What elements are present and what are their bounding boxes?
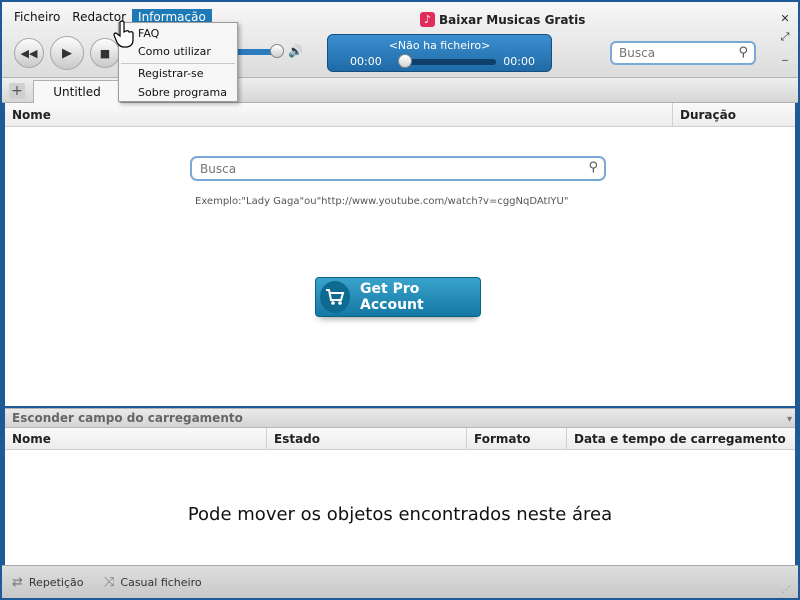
total-time: 00:00 [503, 55, 535, 68]
shuffle-toggle[interactable]: ⤨ Casual ficheiro [104, 575, 202, 590]
now-playing-text: <Não ha ficheiro> [388, 39, 491, 52]
transport-controls: ◀◀ ▶ ■ [14, 36, 120, 70]
player-display: <Não ha ficheiro> 00:00 00:00 [327, 34, 552, 72]
drop-zone-message: Pode mover os objetos encontrados neste … [187, 504, 613, 525]
seek-knob[interactable] [398, 54, 412, 68]
downloads-toggle-label: Esconder campo do carregamento [12, 411, 243, 425]
search-icon[interactable]: ⚲ [588, 160, 598, 175]
hand-cursor-icon [113, 20, 134, 48]
search-results-pane: Nome Duração ⚲ Exemplo:"Lady Gaga"ou"htt… [5, 103, 795, 406]
cart-icon [320, 281, 351, 313]
window-controls: ✕ ⤢ _ [778, 12, 792, 62]
play-button[interactable]: ▶ [50, 36, 84, 70]
resize-grip-icon[interactable]: ⋰ [782, 585, 790, 594]
repeat-icon: ⇄ [12, 575, 23, 590]
search-icon[interactable]: ⚲ [738, 45, 748, 60]
menu-divider [121, 63, 235, 64]
menu-ficheiro[interactable]: Ficheiro [8, 9, 66, 27]
volume-knob[interactable] [270, 44, 284, 58]
column-header-duracao[interactable]: Duração [673, 103, 795, 127]
menu-item-registrar-se[interactable]: Registrar-se [138, 67, 204, 80]
rewind-icon: ◀◀ [20, 46, 38, 60]
column-header-formato[interactable]: Formato [467, 428, 567, 450]
downloads-toggle-bar[interactable]: Esconder campo do carregamento ▾ [5, 408, 795, 428]
column-header-data-tempo[interactable]: Data e tempo de carregamento [567, 428, 795, 450]
app-window: Ficheiro Redactor Informação ♪ Baixar Mu… [0, 0, 800, 600]
repeat-toggle[interactable]: ⇄ Repetição [12, 575, 83, 590]
top-search-input[interactable] [619, 44, 729, 62]
speaker-icon[interactable]: 🔊 [288, 44, 303, 58]
repeat-label: Repetição [28, 576, 84, 589]
shuffle-label: Casual ficheiro [120, 576, 202, 589]
elapsed-time: 00:00 [350, 55, 382, 68]
rewind-button[interactable]: ◀◀ [14, 38, 44, 68]
seek-bar[interactable] [400, 59, 496, 65]
shuffle-icon: ⤨ [104, 575, 115, 590]
music-note-icon: ♪ [420, 12, 435, 27]
app-title: ♪ Baixar Musicas Gratis [420, 12, 585, 27]
collapse-icon[interactable]: ▾ [787, 410, 792, 429]
main-search-box: ⚲ [190, 156, 606, 181]
top-search-box: ⚲ [610, 41, 756, 65]
downloads-pane: Nome Estado Formato Data e tempo de carr… [5, 428, 795, 565]
menu-item-faq[interactable]: FAQ [138, 27, 159, 40]
column-header-nome[interactable]: Nome [5, 428, 267, 450]
get-pro-account-button[interactable]: Get Pro Account [315, 277, 481, 317]
play-icon: ▶ [62, 45, 72, 61]
informacao-dropdown-menu: FAQ Como utilizar Registrar-se Sobre pro… [118, 22, 238, 102]
pro-button-label: Get Pro Account [360, 281, 424, 313]
main-search-input[interactable] [200, 159, 570, 178]
minimize-icon[interactable]: _ [778, 48, 792, 62]
maximize-icon[interactable]: ⤢ [778, 30, 792, 44]
close-icon[interactable]: ✕ [778, 12, 792, 26]
app-title-text: Baixar Musicas Gratis [439, 12, 586, 27]
column-header-nome[interactable]: Nome [5, 103, 673, 127]
search-example-hint: Exemplo:"Lady Gaga"ou"http://www.youtube… [195, 196, 569, 207]
column-header-estado[interactable]: Estado [267, 428, 467, 450]
tab-untitled[interactable]: Untitled [33, 80, 121, 103]
stop-icon: ■ [99, 46, 111, 60]
menu-item-como-utilizar[interactable]: Como utilizar [138, 45, 211, 58]
add-tab-icon[interactable]: + [9, 83, 25, 99]
menu-item-sobre-programa[interactable]: Sobre programa [138, 86, 227, 99]
status-bar: ⇄ Repetição ⤨ Casual ficheiro ⋰ [2, 565, 798, 598]
